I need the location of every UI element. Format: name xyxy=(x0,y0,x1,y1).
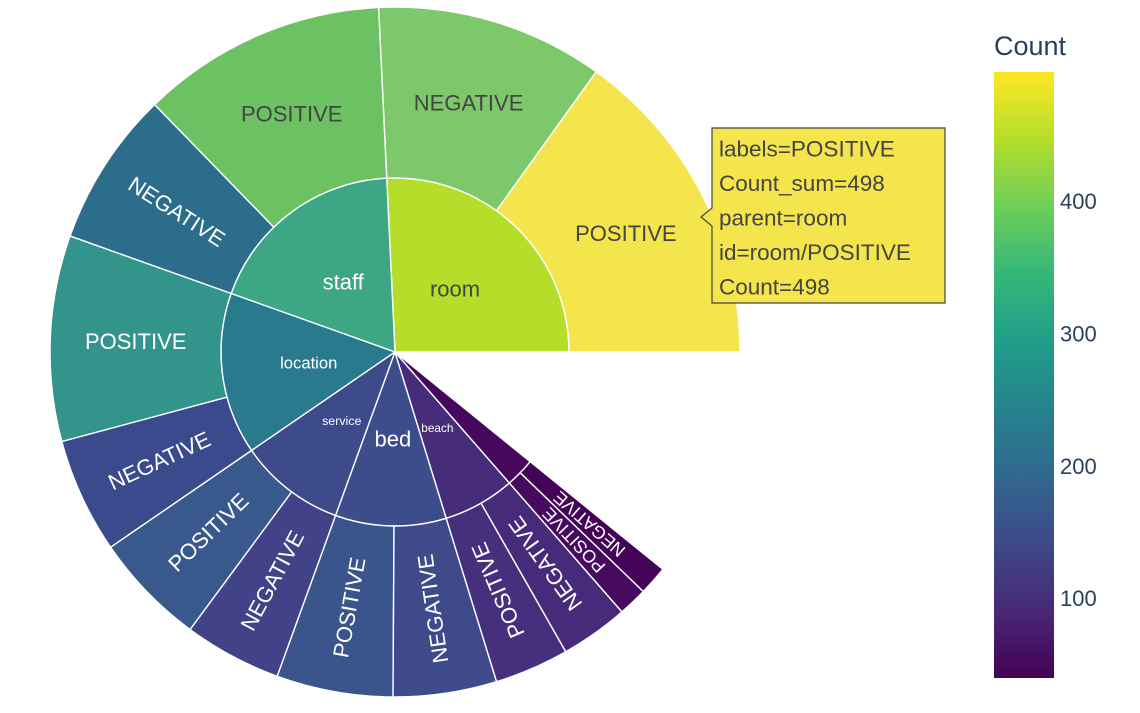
sunburst-label-location-positive: POSITIVE xyxy=(85,329,186,354)
sunburst-label-service: service xyxy=(322,414,361,428)
colorbar-tick-label: 300 xyxy=(1060,321,1097,346)
colorbar: Count 100 200 300 400 xyxy=(994,31,1097,678)
hover-tooltip-line: parent=room xyxy=(719,206,847,231)
sunburst-label-bed: bed xyxy=(374,426,411,451)
sunburst-label-location: location xyxy=(280,354,337,373)
sunburst-label-staff-positive: POSITIVE xyxy=(241,101,342,126)
hover-tooltip-line: Count=498 xyxy=(719,275,830,300)
hover-tooltip: labels=POSITIVE Count_sum=498 parent=room i… xyxy=(700,127,946,304)
colorbar-tick-label: 200 xyxy=(1060,454,1097,479)
sunburst-chart: room POSITIVE NEGATIVE staff POSITIVE NEGATIV… xyxy=(0,0,1140,708)
colorbar-tick-label: 100 xyxy=(1060,586,1097,611)
chart-svg: roomPOSITIVENEGATIVEstaffPOSITIVENEGATIV… xyxy=(49,6,1097,698)
colorbar-title: Count xyxy=(994,31,1067,61)
sunburst-label-staff: staff xyxy=(323,270,365,295)
hover-tooltip-line: id=room/POSITIVE xyxy=(719,240,911,265)
sunburst-label-room-positive: POSITIVE xyxy=(575,221,676,246)
sunburst-label-room: room xyxy=(430,277,480,302)
sunburst-label-beach: beach xyxy=(421,421,453,435)
sunburst: roomPOSITIVENEGATIVEstaffPOSITIVENEGATIV… xyxy=(49,6,741,698)
colorbar-tick-label: 400 xyxy=(1060,189,1097,214)
hover-tooltip-line: Count_sum=498 xyxy=(719,171,885,196)
sunburst-label-room-negative: NEGATIVE xyxy=(414,91,524,116)
colorbar-ticks: 100 200 300 400 xyxy=(1060,189,1097,611)
colorbar-gradient xyxy=(994,72,1054,678)
hover-tooltip-line: labels=POSITIVE xyxy=(719,137,895,162)
